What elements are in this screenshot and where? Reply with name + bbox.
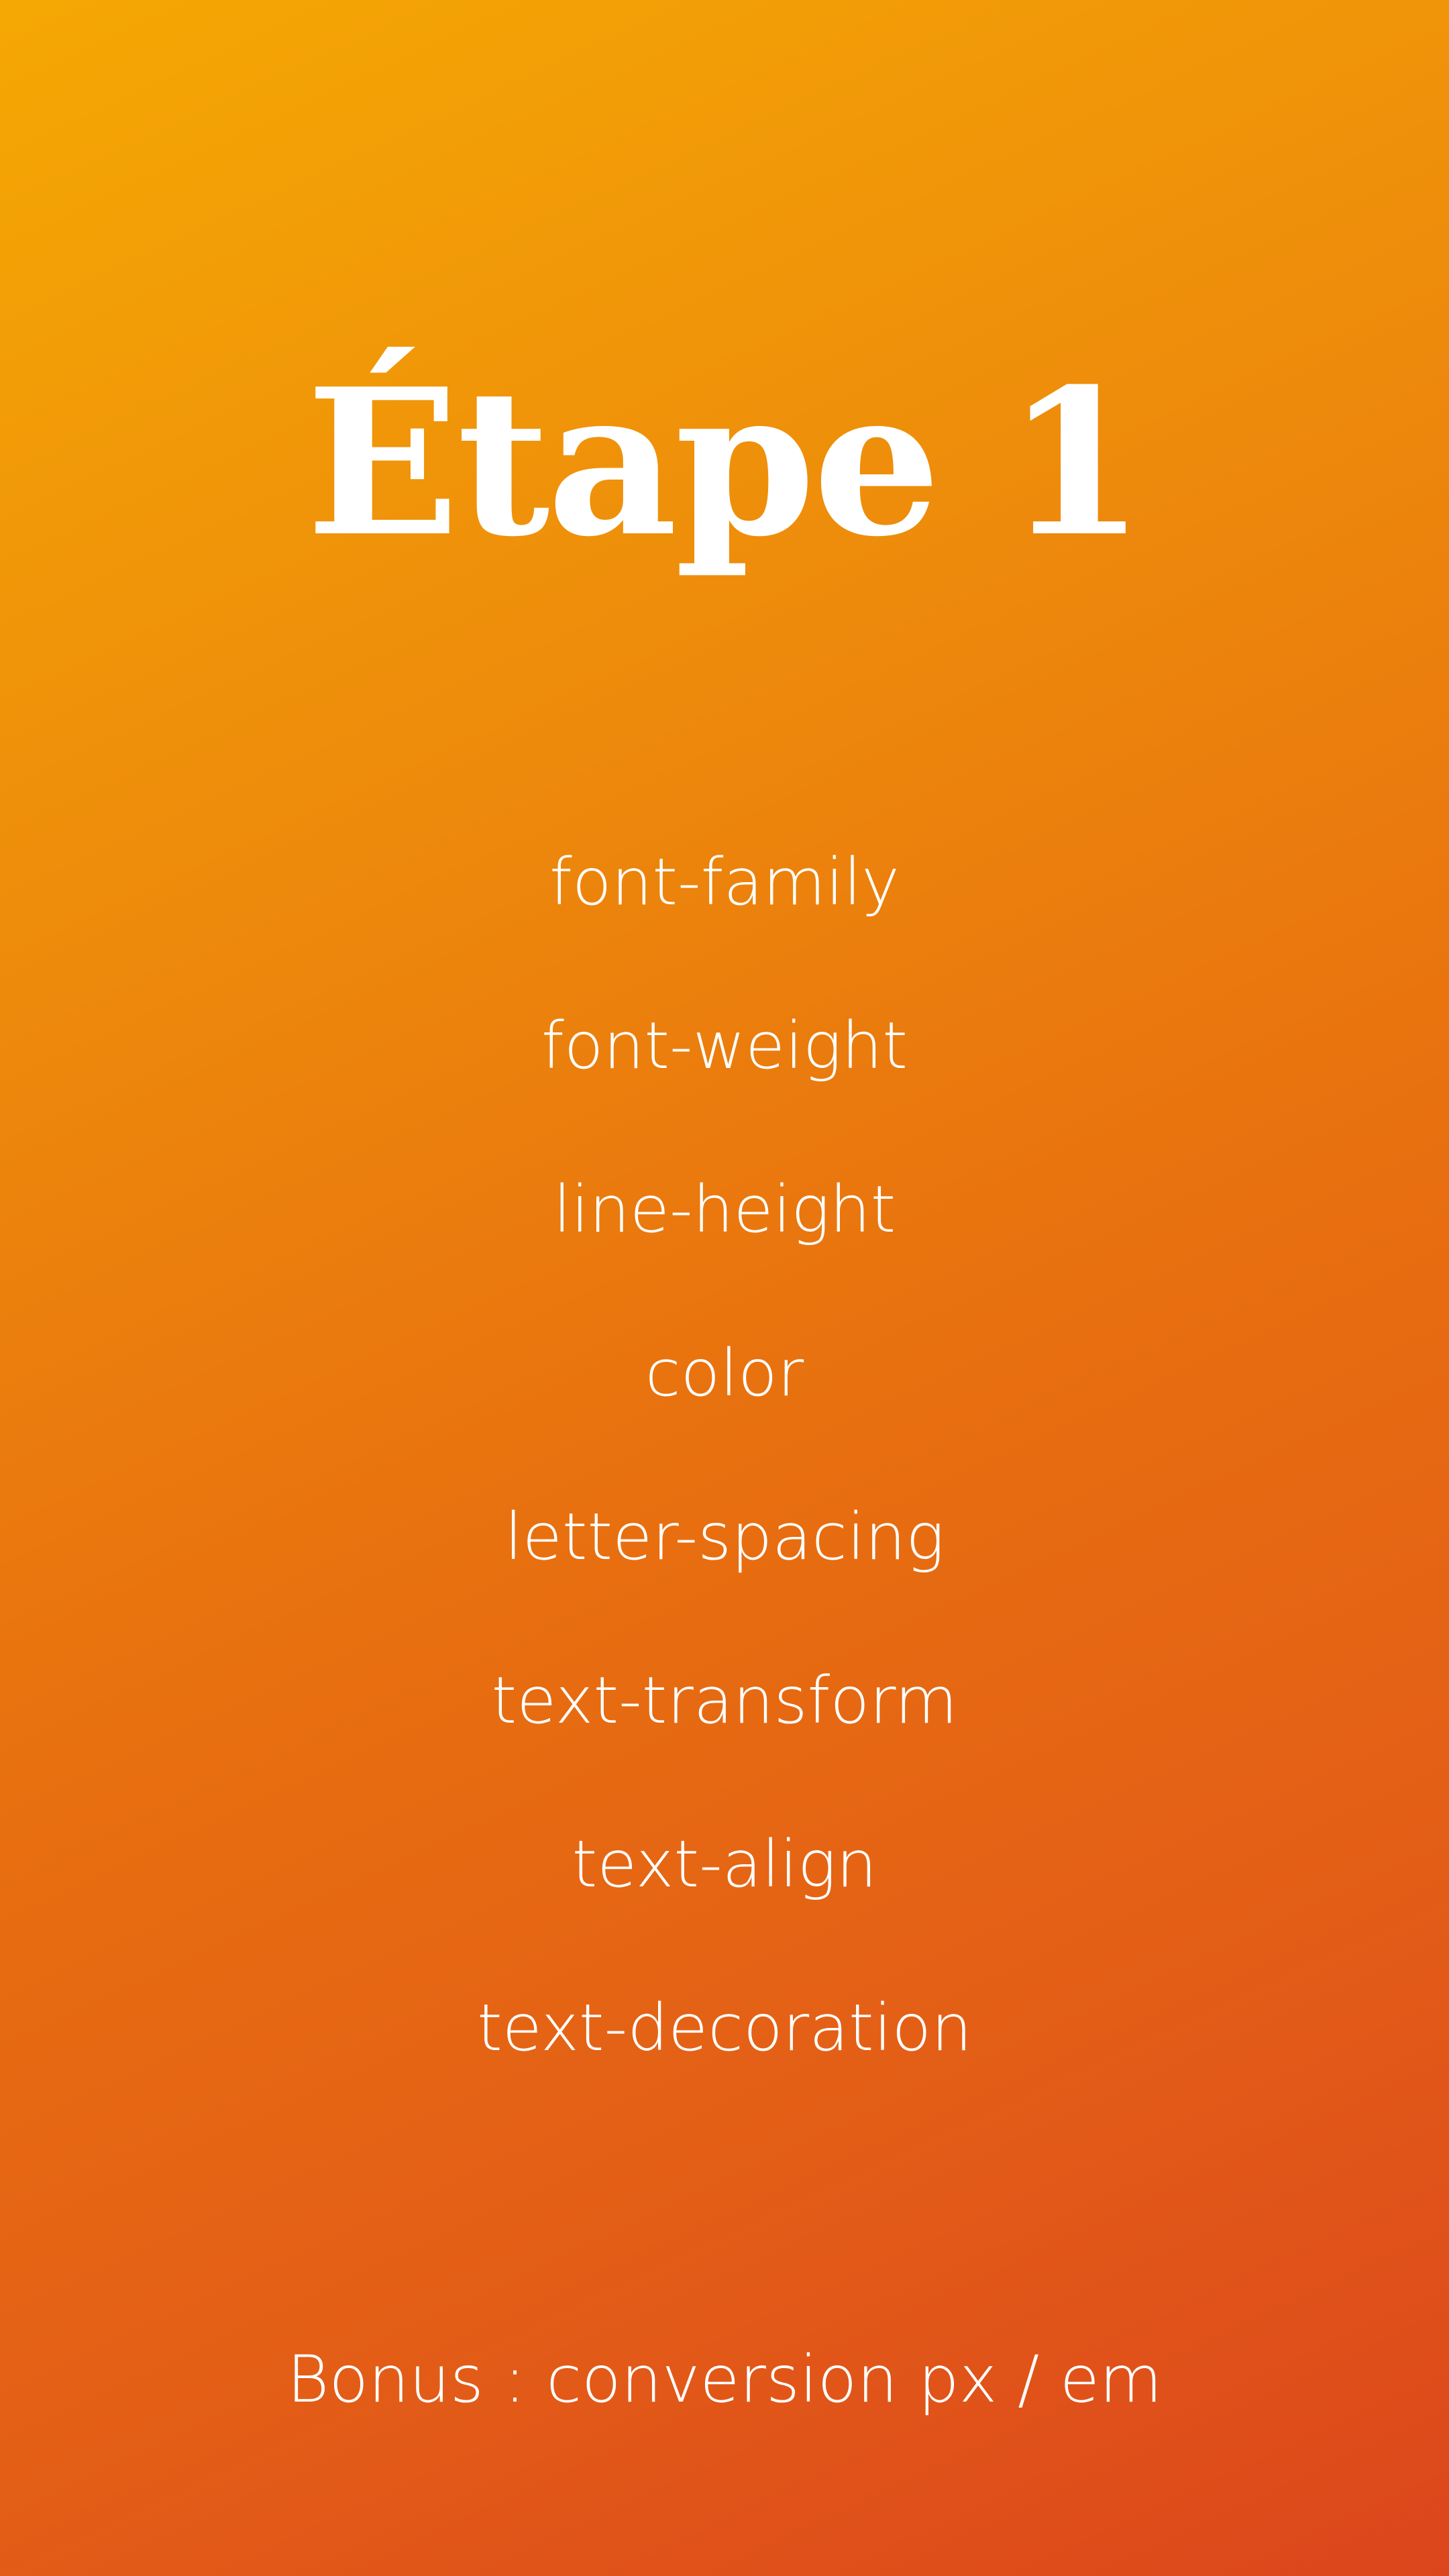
property-item: line-height [553, 1172, 896, 1247]
property-item: color [645, 1336, 804, 1411]
slide-title: Étape 1 [306, 344, 1145, 581]
property-item: text-align [572, 1827, 877, 1902]
property-item: text-decoration [477, 1990, 972, 2065]
bonus-note: Bonus : conversion px / em [286, 2342, 1163, 2417]
slide: Étape 1 font-family font-weight line-hei… [0, 0, 1449, 2576]
property-item: text-transform [491, 1663, 958, 1738]
property-list: font-family font-weight line-height colo… [0, 837, 1449, 2147]
property-item: font-weight [541, 1008, 908, 1083]
property-item: font-family [549, 845, 900, 920]
property-item: letter-spacing [504, 1499, 945, 1574]
